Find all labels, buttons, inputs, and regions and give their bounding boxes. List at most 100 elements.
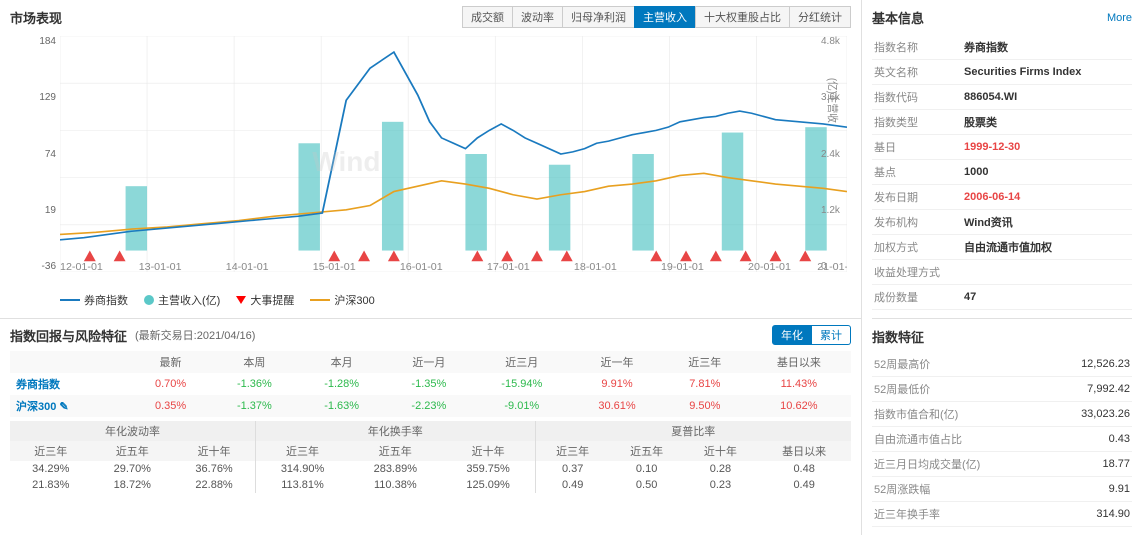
cell-v15: 110.38% bbox=[349, 477, 442, 493]
table-row: 发布机构 Wind资讯 bbox=[872, 210, 1132, 235]
table-row: 基日 1999-12-30 bbox=[872, 135, 1132, 160]
more-link[interactable]: More bbox=[1107, 12, 1132, 24]
value-jiaquanfangshi: 自由流通市值加权 bbox=[962, 235, 1132, 260]
toggle-annualized[interactable]: 年化 bbox=[772, 325, 812, 345]
value-chengfenshu: 47 bbox=[962, 285, 1132, 310]
char-title: 指数特征 bbox=[872, 327, 1132, 346]
cell-v3: 36.76% bbox=[173, 461, 255, 477]
value-faburi: 2006-06-14 bbox=[962, 185, 1132, 210]
char-label-mktcap: 指数市值合和(亿) bbox=[872, 402, 1002, 427]
sub-col-jiri-3: 基日以来 bbox=[757, 441, 851, 461]
col-jin3y: 近三年 bbox=[663, 351, 747, 373]
tab-shida[interactable]: 十大权重股占比 bbox=[695, 6, 789, 28]
table-row: 沪深300 ✎ 0.35% -1.37% -1.63% -2.23% -9.01… bbox=[10, 395, 851, 417]
table-row: 指数市值合和(亿) 33,023.26 bbox=[872, 402, 1132, 427]
row-hushen-beny: -1.63% bbox=[298, 395, 385, 417]
svg-text:14-01-01: 14-01-01 bbox=[226, 262, 269, 272]
legend-dashitixing-label: 大事提醒 bbox=[250, 292, 294, 308]
col-xiapu-bili: 夏普比率 bbox=[535, 421, 851, 441]
table-row: 指数名称 券商指数 bbox=[872, 35, 1132, 60]
svg-text:19-01-01: 19-01-01 bbox=[661, 262, 704, 272]
sub-col-10y-3: 近十年 bbox=[684, 441, 758, 461]
chart-area: Wind 184 129 74 19 -36 4.8k 3.6k 2.4k 1.… bbox=[10, 32, 851, 292]
svg-text:17-01-01: 17-01-01 bbox=[487, 262, 530, 272]
table-row: 加权方式 自由流通市值加权 bbox=[872, 235, 1132, 260]
char-value-freefloat: 0.43 bbox=[1002, 427, 1132, 452]
sub-col-3y-2: 近三年 bbox=[256, 441, 349, 461]
table-row: 指数类型 股票类 bbox=[872, 110, 1132, 135]
cell-v12: 18.72% bbox=[92, 477, 174, 493]
svg-text:20-01-01: 20-01-01 bbox=[748, 262, 791, 272]
char-label-freefloat: 自由流通市值占比 bbox=[872, 427, 1002, 452]
volatility-subheader-row: 近三年 近五年 近十年 近三年 近五年 近十年 近三年 近五年 近十年 基日以来 bbox=[10, 441, 851, 461]
char-value-mktcap: 33,023.26 bbox=[1002, 402, 1132, 427]
chart-svg: 12-01-01 13-01-01 14-01-01 15-01-01 16-0… bbox=[60, 36, 847, 272]
label-zhishudaima: 指数代码 bbox=[872, 85, 962, 110]
cell-v11: 21.83% bbox=[10, 477, 92, 493]
svg-text:16-01-01: 16-01-01 bbox=[400, 262, 443, 272]
char-value-52change: 9.91 bbox=[1002, 477, 1132, 502]
toggle-group: 年化 累计 bbox=[772, 325, 851, 345]
legend-hushen300: 沪深300 bbox=[310, 292, 374, 308]
volatility-header-row: 年化波动率 年化换手率 夏普比率 bbox=[10, 421, 851, 441]
return-table-header-row: 最新 本周 本月 近一月 近三月 近一年 近三年 基日以来 bbox=[10, 351, 851, 373]
return-header: 指数回报与风险特征 (最新交易日:2021/04/16) 年化 累计 bbox=[10, 325, 851, 345]
tab-bodong[interactable]: 波动率 bbox=[512, 6, 562, 28]
return-section: 指数回报与风险特征 (最新交易日:2021/04/16) 年化 累计 最新 本周… bbox=[0, 319, 861, 499]
legend-hushen300-line bbox=[310, 299, 330, 301]
cell-v4: 314.90% bbox=[256, 461, 349, 477]
tab-zhuyingshouru[interactable]: 主营收入 bbox=[634, 6, 695, 28]
table-row: 成份数量 47 bbox=[872, 285, 1132, 310]
volatility-table: 年化波动率 年化换手率 夏普比率 近三年 近五年 近十年 近三年 近五年 近十年… bbox=[10, 421, 851, 493]
table-row: 52周最高价 12,526.23 bbox=[872, 352, 1132, 377]
col-beny: 本月 bbox=[298, 351, 385, 373]
label-faburi: 发布日期 bbox=[872, 185, 962, 210]
basic-info-title: 基本信息 bbox=[872, 8, 924, 27]
row-hushen-jin1y: 30.61% bbox=[571, 395, 663, 417]
cell-v13: 22.88% bbox=[173, 477, 255, 493]
chart-legend: 券商指数 主营收入(亿) 大事提醒 沪深300 bbox=[10, 292, 851, 312]
table-row: 近三年换手率 314.90 bbox=[872, 502, 1132, 527]
col-label bbox=[10, 351, 130, 373]
legend-zhuyingshouru-label: 主营收入(亿) bbox=[158, 292, 220, 308]
cell-v10: 0.48 bbox=[757, 461, 851, 477]
table-row: 34.29% 29.70% 36.76% 314.90% 283.89% 359… bbox=[10, 461, 851, 477]
svg-text:15-01-01: 15-01-01 bbox=[313, 262, 356, 272]
svg-text:12-01-01: 12-01-01 bbox=[60, 262, 103, 272]
cell-v9: 0.28 bbox=[684, 461, 758, 477]
table-row: 52周涨跌幅 9.91 bbox=[872, 477, 1132, 502]
table-row: 自由流通市值占比 0.43 bbox=[872, 427, 1132, 452]
char-value-avgvol: 18.77 bbox=[1002, 452, 1132, 477]
toggle-cumulative[interactable]: 累计 bbox=[812, 325, 851, 345]
return-title: 指数回报与风险特征 bbox=[10, 326, 127, 345]
char-section: 指数特征 52周最高价 12,526.23 52周最低价 7,992.42 指数… bbox=[872, 318, 1132, 527]
row-quanshang-label: 券商指数 bbox=[10, 373, 130, 395]
tab-guimu[interactable]: 归母净利润 bbox=[562, 6, 634, 28]
cell-v14: 113.81% bbox=[256, 477, 349, 493]
value-zhishumincheng: 券商指数 bbox=[962, 35, 1132, 60]
svg-text:13-01-01: 13-01-01 bbox=[139, 262, 182, 272]
cell-v19: 0.23 bbox=[684, 477, 758, 493]
value-shouyi bbox=[962, 260, 1132, 285]
table-row: 52周最低价 7,992.42 bbox=[872, 377, 1132, 402]
value-yingwenmincheng: Securities Firms Index bbox=[962, 60, 1132, 85]
sub-col-5y-2: 近五年 bbox=[349, 441, 442, 461]
tab-fenhong[interactable]: 分红统计 bbox=[789, 6, 851, 28]
legend-quanshang-line bbox=[60, 299, 80, 301]
cell-v8: 0.10 bbox=[610, 461, 684, 477]
char-label-52change: 52周涨跌幅 bbox=[872, 477, 1002, 502]
tab-chengjiao[interactable]: 成交额 bbox=[462, 6, 512, 28]
y-axis-left: 184 129 74 19 -36 bbox=[10, 36, 56, 272]
col-jin3: 近三月 bbox=[472, 351, 571, 373]
table-row: 近三月日均成交量(亿) 18.77 bbox=[872, 452, 1132, 477]
row-hushen-jin3y: 9.50% bbox=[663, 395, 747, 417]
value-zhishuleixing: 股票类 bbox=[962, 110, 1132, 135]
label-zhishumincheng: 指数名称 bbox=[872, 35, 962, 60]
right-panel: 基本信息 More 指数名称 券商指数 英文名称 Securities Firm… bbox=[862, 0, 1142, 535]
table-row: 基点 1000 bbox=[872, 160, 1132, 185]
cell-v18: 0.50 bbox=[610, 477, 684, 493]
col-jin1: 近一月 bbox=[385, 351, 472, 373]
legend-zhuyingshouru-dot bbox=[144, 295, 154, 305]
table-row: 发布日期 2006-06-14 bbox=[872, 185, 1132, 210]
table-row: 收益处理方式 bbox=[872, 260, 1132, 285]
